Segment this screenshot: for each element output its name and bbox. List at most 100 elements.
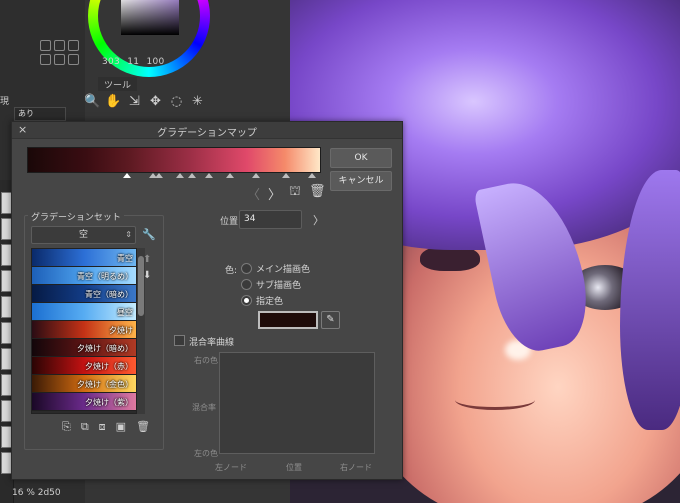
- mini-button[interactable]: [68, 54, 79, 65]
- gradient-node-track[interactable]: [27, 173, 321, 181]
- gradient-preset-item[interactable]: 夕焼け（赤）: [32, 357, 136, 375]
- gradient-node[interactable]: [175, 173, 184, 178]
- wrench-icon[interactable]: 🔧: [142, 228, 156, 241]
- blend-curve-label: 混合率曲線: [189, 338, 235, 348]
- preset-label: 夕焼け: [109, 326, 133, 335]
- gradient-node[interactable]: [225, 173, 234, 178]
- radio-indicator: [241, 279, 252, 290]
- zoom-status: 16 % 2d50: [12, 488, 61, 498]
- duplicate-preset-icon[interactable]: ⧈: [99, 420, 106, 434]
- position-label: 位置:: [220, 217, 242, 227]
- radio-label: メイン描画色: [256, 265, 311, 275]
- dialog-titlebar[interactable]: × グラデーションマップ: [12, 122, 402, 139]
- gradient-set-value: 空: [78, 230, 88, 240]
- reorder-buttons: ⬆ ⬇: [143, 252, 151, 284]
- radio-sub-color[interactable]: サブ描画色: [241, 278, 301, 291]
- preset-label: 青空（暗め）: [85, 290, 133, 299]
- move-down-icon[interactable]: ⬇: [143, 268, 151, 284]
- ok-button[interactable]: OK: [330, 148, 392, 168]
- axis-left-node: 左ノード: [215, 463, 247, 472]
- magic-wand-icon[interactable]: ✳: [189, 93, 206, 110]
- gradient-set-select[interactable]: 空 ⇕: [31, 226, 136, 244]
- gradient-preview-bar[interactable]: [27, 147, 321, 173]
- axis-blend-rate: 混合率: [192, 403, 216, 412]
- mini-button[interactable]: [54, 54, 65, 65]
- specified-color-swatch[interactable]: [258, 311, 318, 329]
- color-square[interactable]: [121, 0, 179, 35]
- axis-right-color: 右の色: [194, 356, 218, 365]
- mini-button[interactable]: [54, 40, 65, 51]
- preset-label: 昼空: [117, 308, 133, 317]
- gradient-node[interactable]: [252, 173, 261, 178]
- import-preset-icon[interactable]: ⧉: [81, 420, 89, 434]
- operation-icon[interactable]: ⇲: [126, 93, 143, 110]
- lasso-icon[interactable]: ◌: [168, 93, 185, 110]
- position-arrow-icon[interactable]: 〉: [313, 212, 324, 228]
- preset-label: 夕焼け（暗め）: [77, 344, 133, 353]
- radio-indicator: [241, 295, 252, 306]
- gradient-preset-list[interactable]: 青空青空（明るめ） 青空（暗め） 昼空夕焼け夕焼け（暗め） 夕焼け（赤） 夕焼け（金色）…: [31, 248, 137, 414]
- gradient-node[interactable]: [308, 173, 317, 178]
- zoom-icon[interactable]: 🔍: [84, 93, 101, 110]
- cancel-button[interactable]: キャンセル: [330, 171, 392, 191]
- tool-row: 🔍 ✋ ⇲ ✥ ◌ ✳: [84, 93, 206, 110]
- color-label: 色:: [225, 266, 238, 276]
- delete-node-icon[interactable]: 🗑: [309, 184, 326, 203]
- add-preset-icon[interactable]: ⎘: [62, 420, 71, 434]
- saturation-value: 11: [127, 57, 140, 67]
- next-node-icon[interactable]: 〉: [268, 184, 281, 203]
- gradient-node[interactable]: [281, 173, 290, 178]
- hsv-readout: 303 11 100: [102, 57, 169, 67]
- sub-tool-buttons: [40, 40, 88, 65]
- mini-button[interactable]: [40, 54, 51, 65]
- gradient-set-label: グラデーションセット: [28, 210, 124, 223]
- gradient-preset-item[interactable]: 昼空: [32, 303, 136, 321]
- axis-left-color: 左の色: [194, 449, 218, 458]
- delete-preset-icon[interactable]: 🗑: [136, 420, 150, 434]
- eyedropper-icon[interactable]: ✎: [321, 311, 340, 329]
- position-input[interactable]: 34: [239, 210, 302, 229]
- preset-label: 夕焼け（紫）: [85, 398, 133, 407]
- gradient-preset-item[interactable]: 夕焼け（暗め）: [32, 339, 136, 357]
- blend-curve-checkbox[interactable]: [174, 335, 185, 346]
- tool-panel-title: ツール: [98, 77, 138, 91]
- hand-icon[interactable]: ✋: [105, 93, 122, 110]
- radio-main-color[interactable]: メイン描画色: [241, 262, 310, 275]
- side-label: 現: [0, 97, 10, 107]
- preset-label: 青空: [117, 254, 133, 263]
- preset-label: 青空（明るめ）: [77, 272, 133, 281]
- gradient-node[interactable]: [205, 173, 214, 178]
- move-icon[interactable]: ✥: [147, 93, 164, 110]
- gradient-preset-item[interactable]: 夕焼け（紫）: [32, 393, 136, 411]
- side-dropdown[interactable]: あり: [14, 107, 66, 121]
- radio-indicator: [241, 263, 252, 274]
- hue-value: 303: [102, 57, 121, 67]
- mini-button[interactable]: [68, 40, 79, 51]
- axis-right-node: 右ノード: [340, 463, 372, 472]
- node-nav: 〈 〉 ⛫ 🗑: [247, 184, 326, 203]
- gradient-preset-item[interactable]: 夕焼け（金色）: [32, 375, 136, 393]
- chevron-updown-icon: ⇕: [125, 230, 132, 239]
- dialog-title: グラデーションマップ: [157, 128, 257, 139]
- gradient-preset-item[interactable]: 青空（明るめ）: [32, 267, 136, 285]
- prev-node-icon[interactable]: 〈: [247, 184, 260, 203]
- gradient-node[interactable]: [187, 173, 196, 178]
- gradient-node[interactable]: [155, 173, 164, 178]
- move-up-icon[interactable]: ⬆: [143, 252, 151, 268]
- blend-curve-editor[interactable]: [219, 352, 375, 454]
- radio-label: 指定色: [256, 297, 284, 307]
- preset-list-tools: ⎘ ⧉ ⧈ ▣ 🗑: [62, 420, 150, 434]
- register-material-icon[interactable]: ▣: [116, 420, 126, 434]
- artwork-mouth: [455, 390, 535, 410]
- radio-specified-color[interactable]: 指定色: [241, 294, 283, 307]
- axis-position: 位置: [286, 463, 302, 472]
- mini-button[interactable]: [40, 40, 51, 51]
- gradient-preset-item[interactable]: 青空: [32, 249, 136, 268]
- brightness-value: 100: [146, 57, 165, 67]
- gradient-node[interactable]: [122, 173, 131, 178]
- gradient-preset-item[interactable]: 夕焼け: [32, 321, 136, 339]
- radio-label: サブ描画色: [256, 281, 302, 291]
- gradient-preset-item[interactable]: 青空（暗め）: [32, 285, 136, 303]
- preset-label: 夕焼け（赤）: [85, 362, 133, 371]
- lock-node-icon[interactable]: ⛫: [289, 184, 301, 203]
